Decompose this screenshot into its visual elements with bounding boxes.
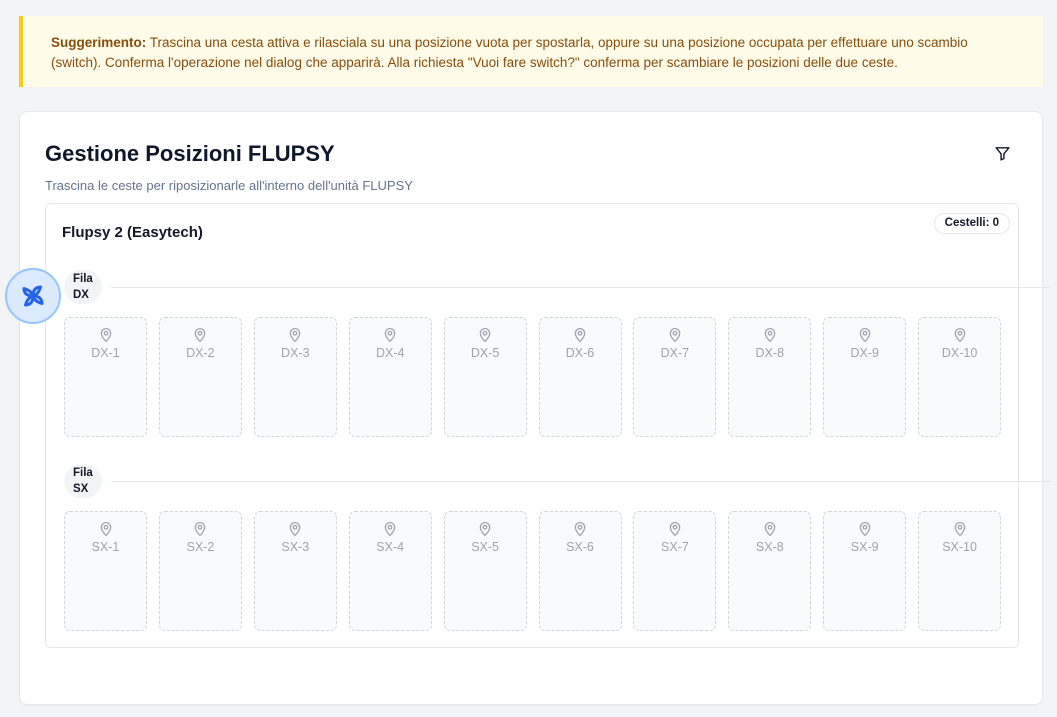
row-label-side: DX [73, 289, 89, 301]
row-label-sx: Fila SX [64, 464, 102, 498]
map-pin-icon [255, 521, 336, 537]
map-pin-icon [824, 327, 905, 343]
basket-slot[interactable]: DX-10 [918, 317, 1002, 437]
map-pin-icon [634, 327, 715, 343]
filter-icon [994, 146, 1010, 161]
slot-label: DX-9 [850, 346, 879, 360]
basket-slot[interactable]: DX-1 [64, 317, 147, 437]
hint-banner: Suggerimento: Trascina una cesta attiva … [19, 16, 1043, 87]
map-pin-icon [919, 327, 1000, 343]
map-pin-icon [445, 521, 526, 537]
slot-label: DX-2 [186, 346, 215, 360]
map-pin-icon [65, 327, 146, 343]
map-pin-icon [540, 327, 621, 343]
slot-label: SX-1 [91, 540, 120, 554]
basket-slot[interactable]: SX-4 [348, 511, 432, 631]
slot-label: SX-3 [281, 540, 310, 554]
slot-label: DX-4 [375, 346, 405, 360]
slot-label: SX-7 [660, 540, 689, 554]
slot-label: SX-6 [566, 540, 594, 554]
map-pin-icon [729, 521, 810, 537]
basket-slot[interactable]: DX-7 [633, 317, 717, 437]
slot-label: DX-1 [91, 346, 120, 360]
map-pin-icon [350, 521, 431, 537]
slot-label: DX-6 [565, 346, 595, 360]
basket-slot[interactable]: DX-3 [253, 317, 337, 437]
map-pin-icon [445, 327, 526, 343]
basket-slot[interactable]: DX-6 [538, 317, 622, 437]
basket-slot[interactable]: SX-10 [918, 511, 1002, 631]
map-pin-icon [160, 521, 241, 537]
basket-slot[interactable]: SX-3 [253, 511, 337, 631]
row-divider-dx [111, 287, 1051, 288]
positions-card: Gestione Posizioni FLUPSY Trascina le ce… [19, 111, 1051, 705]
slot-label: SX-2 [186, 540, 215, 554]
map-pin-icon [540, 521, 621, 537]
slot-label: DX-5 [470, 346, 500, 360]
hint-text: Trascina una cesta attiva e rilasciala s… [51, 35, 968, 70]
row-label-side: SX [73, 483, 89, 495]
map-pin-icon [65, 521, 146, 537]
hint-label: Suggerimento: [51, 35, 147, 50]
slot-label: DX-7 [660, 346, 690, 360]
basket-slot[interactable]: SX-2 [158, 511, 242, 631]
slot-label: SX-9 [850, 540, 879, 554]
basket-slot[interactable]: SX-9 [823, 511, 907, 631]
basket-slot[interactable]: DX-9 [823, 317, 907, 437]
row-label-dx: Fila DX [64, 270, 102, 304]
slot-label: SX-4 [376, 540, 405, 554]
map-pin-icon [729, 327, 810, 343]
flupsy-fab-button[interactable] [5, 268, 61, 324]
map-pin-icon [160, 327, 241, 343]
row-label-prefix: Fila [73, 273, 93, 285]
map-pin-icon [824, 521, 905, 537]
basket-slot[interactable]: SX-1 [64, 511, 147, 631]
basket-slot[interactable]: DX-8 [728, 317, 812, 437]
page-title: Gestione Posizioni FLUPSY [45, 141, 335, 166]
map-pin-icon [350, 327, 431, 343]
slot-label: SX-10 [942, 540, 977, 554]
filter-button[interactable] [990, 141, 1014, 165]
row-label-prefix: Fila [73, 467, 93, 479]
basket-slot[interactable]: SX-8 [728, 511, 812, 631]
slot-label: SX-8 [755, 540, 784, 554]
basket-slot[interactable]: DX-2 [158, 317, 242, 437]
basket-slot[interactable]: SX-6 [538, 511, 622, 631]
basket-slot[interactable]: SX-5 [443, 511, 527, 631]
slot-label: SX-5 [471, 540, 499, 554]
basket-count-badge: Cestelli: 0 [933, 213, 1010, 234]
slot-label: DX-8 [755, 346, 785, 360]
page-subtitle: Trascina le ceste per riposizionarle all… [45, 178, 413, 193]
map-pin-icon [919, 521, 1000, 537]
pinwheel-icon [22, 285, 44, 307]
slot-label: DX-10 [941, 346, 978, 360]
flupsy-unit: Flupsy 2 (Easytech) Cestelli: 0 Fila DX D… [45, 203, 1051, 648]
basket-slot[interactable]: DX-4 [348, 317, 432, 437]
basket-slot[interactable]: SX-7 [633, 511, 717, 631]
map-pin-icon [255, 327, 336, 343]
unit-name: Flupsy 2 (Easytech) [62, 224, 203, 241]
row-divider-sx [111, 481, 1051, 482]
basket-slot[interactable]: DX-5 [443, 317, 527, 437]
slot-label: DX-3 [281, 346, 310, 360]
map-pin-icon [634, 521, 715, 537]
